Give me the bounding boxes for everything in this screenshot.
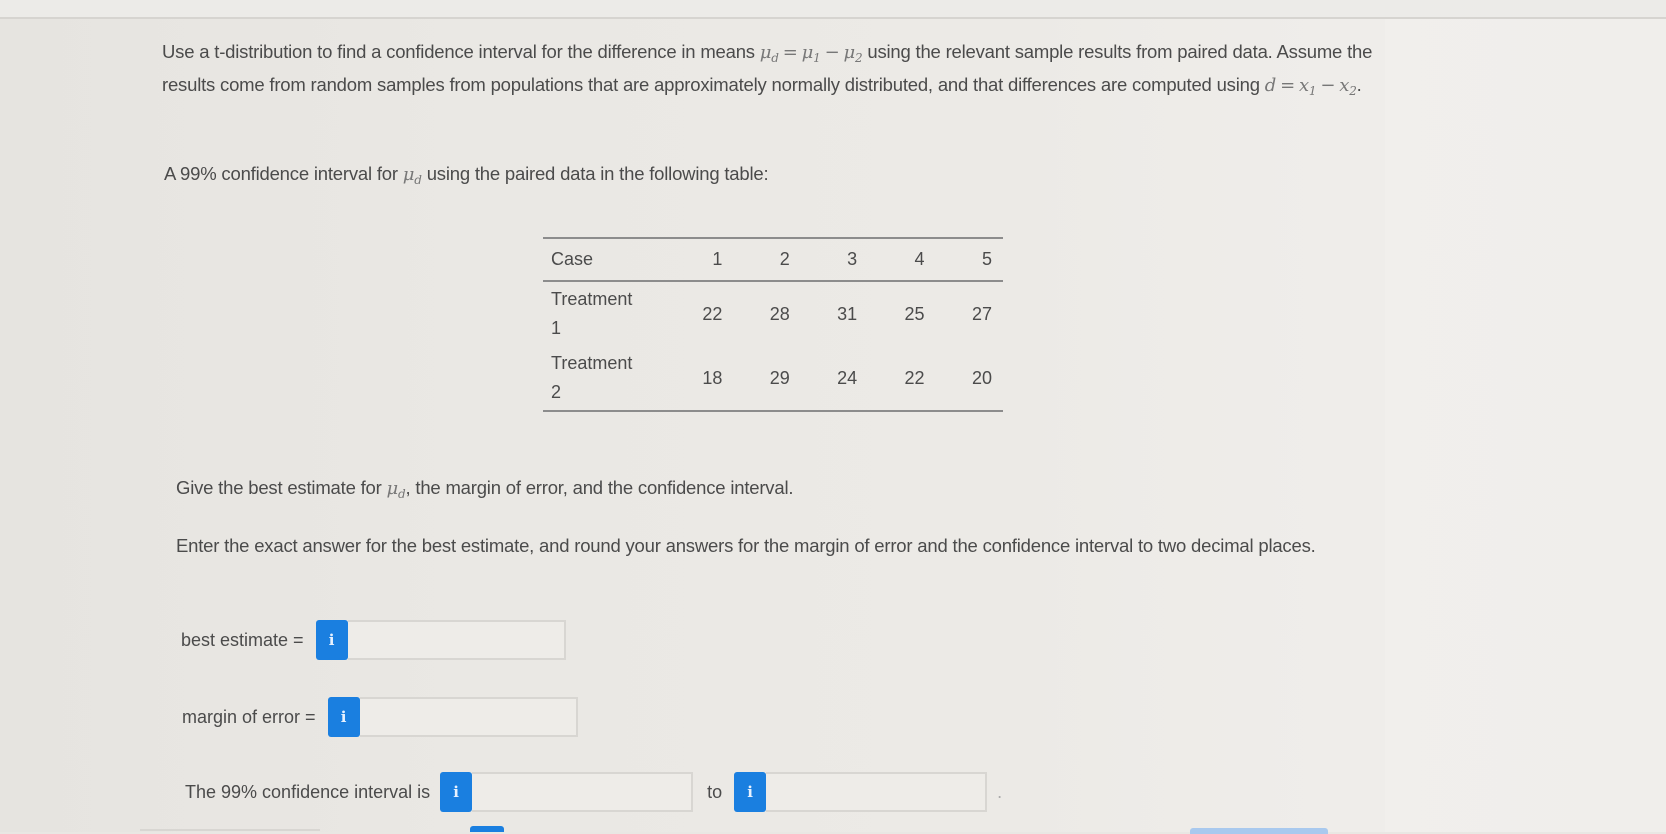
table-cell: 29 (769, 367, 790, 388)
table-cell: 27 (971, 303, 992, 324)
top-strip (0, 0, 1666, 19)
background-shade (1385, 19, 1666, 832)
margin-of-error-label: margin of error = (182, 706, 316, 727)
best-estimate-field: i (315, 620, 566, 660)
table-cell: 28 (769, 303, 790, 324)
formula-d: d = x1− x2 (1264, 75, 1357, 98)
info-icon: i (453, 783, 459, 801)
info-button[interactable]: i (315, 620, 348, 660)
best-estimate-row: best estimate = i (181, 620, 566, 660)
ci-period: . (997, 781, 1003, 802)
table-row: Treatment 1 22 28 31 25 27 (543, 281, 1003, 346)
table-cell: 31 (837, 303, 858, 324)
row-label-treatment-2: Treatment 2 (551, 353, 633, 402)
table-header-row: Case 1 2 3 4 5 (543, 238, 1003, 281)
header-case: Case (551, 249, 594, 269)
ci-upper-input[interactable] (766, 772, 988, 812)
header-case-4: 4 (914, 249, 925, 269)
question-instruction: Give the best estimate for μd, the margi… (176, 477, 794, 501)
best-estimate-input[interactable] (347, 620, 566, 660)
ci-lower-input[interactable] (472, 772, 694, 812)
partial-button[interactable] (470, 826, 504, 832)
problem-intro: Use a t-distribution to find a confidenc… (162, 41, 1373, 98)
table-cell: 22 (904, 367, 925, 388)
divider (140, 829, 320, 831)
ci-lower-field: i (440, 772, 694, 812)
margin-of-error-input[interactable] (359, 697, 578, 737)
info-button[interactable]: i (327, 697, 360, 737)
best-estimate-label: best estimate = (181, 629, 304, 650)
intro-text-1: Use a t-distribution to find a confidenc… (162, 41, 760, 62)
header-case-5: 5 (981, 249, 992, 269)
margin-of-error-row: margin of error = i (182, 697, 578, 737)
confidence-interval-label: The 99% confidence interval is (185, 781, 431, 802)
info-icon: i (747, 783, 753, 801)
formula-mu-d: μd (402, 164, 422, 187)
info-icon: i (328, 631, 335, 649)
table-cell: 18 (702, 367, 723, 388)
table-cell: 24 (837, 367, 858, 388)
header-case-3: 3 (847, 249, 858, 269)
header-case-1: 1 (712, 249, 723, 269)
row-label-treatment-1: Treatment 1 (551, 289, 633, 338)
table-cell: 25 (904, 303, 925, 324)
paired-data-table: Case 1 2 3 4 5 Treatment 1 22 28 31 25 27… (543, 237, 1003, 412)
formula-mu-d: μd = μ1− μ2 (759, 42, 863, 65)
info-button[interactable]: i (734, 772, 767, 812)
header-case-2: 2 (779, 249, 790, 269)
table-cell: 20 (971, 367, 992, 388)
margin-of-error-field: i (327, 697, 578, 737)
formula-mu-d: μd (386, 478, 406, 501)
ci-to-label: to (707, 781, 723, 802)
info-button[interactable]: i (440, 772, 473, 812)
submit-button-partial[interactable] (1190, 828, 1328, 834)
rounding-instructions: Enter the exact answer for the best esti… (176, 535, 1316, 556)
ci-upper-field: i (734, 772, 988, 812)
info-icon: i (340, 708, 347, 726)
problem-prompt: A 99% confidence interval for μd using t… (164, 163, 769, 187)
table-cell: 22 (702, 303, 723, 324)
confidence-interval-row: The 99% confidence interval is i to i . (185, 772, 1002, 812)
table-row: Treatment 2 18 29 24 22 20 (543, 346, 1003, 411)
